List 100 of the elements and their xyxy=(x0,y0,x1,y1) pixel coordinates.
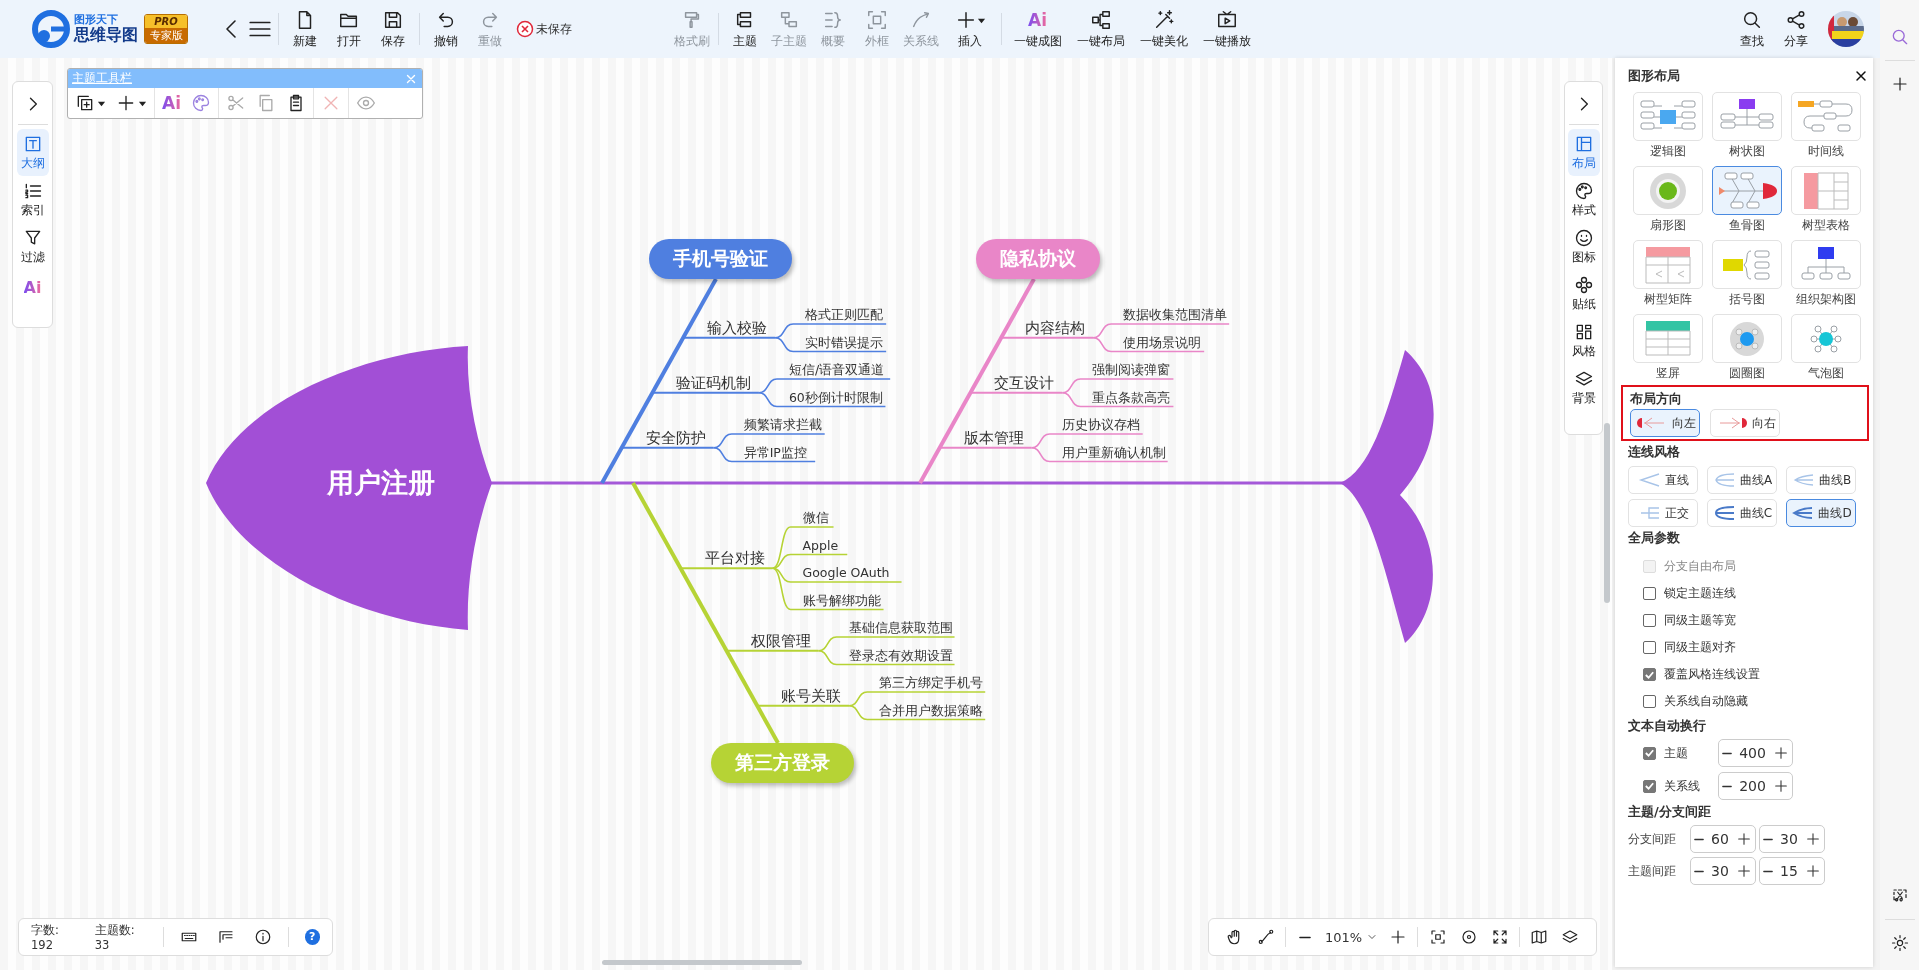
layout-option[interactable]: 树型矩阵 xyxy=(1633,240,1703,309)
line-style-option[interactable]: 正交 xyxy=(1628,499,1698,527)
subtopic[interactable]: 安全防护 xyxy=(645,429,706,446)
save-button[interactable]: 保存 xyxy=(371,5,415,53)
subtopic[interactable]: 验证码机制 xyxy=(676,374,752,391)
panel-tab[interactable]: 布局 xyxy=(1567,129,1600,176)
layout-option[interactable]: 鱼骨图 xyxy=(1712,166,1782,235)
leaf-topic[interactable]: 实时错误提示 xyxy=(805,334,884,350)
subtopic[interactable]: 交互设计 xyxy=(994,374,1055,391)
leaf-topic[interactable]: 短信/语音双通道 xyxy=(788,362,885,377)
branch-topic[interactable]: 手机号验证 xyxy=(648,239,792,279)
leaf-topic[interactable]: 异常IP监控 xyxy=(743,444,807,460)
zoom-level-dropdown[interactable]: 101% xyxy=(1324,929,1379,945)
layout-option[interactable]: 时间线 xyxy=(1791,92,1861,161)
layout-option[interactable]: 扇形图 xyxy=(1633,166,1703,235)
scrollbar[interactable] xyxy=(1604,423,1610,603)
leaf-topic[interactable]: 60秒倒计时限制 xyxy=(788,389,883,405)
add-topic-icon xyxy=(75,93,95,113)
checkbox[interactable] xyxy=(1643,587,1656,600)
line-style-option[interactable]: 曲线D xyxy=(1786,499,1856,527)
minus-icon xyxy=(1763,837,1774,841)
panel-tab[interactable]: 图标 xyxy=(1567,223,1600,270)
number-stepper[interactable]: 30 xyxy=(1759,825,1825,853)
minus-icon xyxy=(1722,784,1733,788)
leaf-topic[interactable]: 第三方绑定手机号 xyxy=(879,675,984,690)
number-stepper[interactable]: 30 xyxy=(1690,857,1756,885)
leaf-topic[interactable]: 频繁请求拦截 xyxy=(743,417,822,432)
scrollbar[interactable] xyxy=(602,960,802,965)
plus-icon xyxy=(1735,831,1752,847)
ai-button[interactable]: Ai 一键成图 xyxy=(1006,5,1069,53)
search-button[interactable]: 查找 xyxy=(1730,5,1774,53)
subtopic[interactable]: 平台对接 xyxy=(704,550,765,567)
leaf-topic[interactable]: 基础信息获取范围 xyxy=(848,620,953,635)
number-stepper[interactable]: 15 xyxy=(1759,857,1825,885)
leaf-topic[interactable]: 使用场景说明 xyxy=(1123,334,1202,350)
layout-option[interactable]: 树状图 xyxy=(1712,92,1782,161)
layout-option[interactable]: 括号图 xyxy=(1712,240,1782,309)
checkbox[interactable] xyxy=(1643,746,1656,760)
open-button[interactable]: 打开 xyxy=(327,5,371,53)
line-style-option[interactable]: 曲线B xyxy=(1786,466,1856,494)
line-style-option[interactable]: 直线 xyxy=(1628,466,1698,494)
save-icon xyxy=(382,9,404,31)
line-style-option[interactable]: 曲线A xyxy=(1707,466,1777,494)
subtopic[interactable]: 权限管理 xyxy=(750,632,811,649)
line-style-option[interactable]: 曲线C xyxy=(1707,499,1777,527)
subtopic[interactable]: 输入校验 xyxy=(707,319,768,336)
sidebar-tab[interactable]: 大纲 xyxy=(16,129,49,176)
leaf-topic[interactable]: 账号解绑功能 xyxy=(802,592,881,608)
layout-option[interactable]: 组织架构图 xyxy=(1791,240,1861,309)
leaf-topic[interactable]: Google OAuth xyxy=(802,565,890,580)
subtopic[interactable]: 版本管理 xyxy=(963,429,1024,446)
topic-button[interactable]: 主题 xyxy=(723,5,767,53)
panel-tab[interactable]: 背景 xyxy=(1567,364,1600,411)
insert-button[interactable]: 插入 xyxy=(943,5,997,53)
number-stepper[interactable]: 60 xyxy=(1690,825,1756,853)
minus-icon xyxy=(1722,751,1733,755)
layout-option[interactable]: 气泡图 xyxy=(1791,314,1861,383)
layout-option[interactable]: 逻辑图 xyxy=(1633,92,1703,161)
layout-option[interactable]: 圆圈图 xyxy=(1712,314,1782,383)
layout-option[interactable]: 竖屏 xyxy=(1633,314,1703,383)
panel-tab[interactable]: 风格 xyxy=(1567,317,1600,364)
share-button[interactable]: 分享 xyxy=(1774,5,1818,53)
undo-button[interactable]: 撤销 xyxy=(424,5,468,53)
leaf-topic[interactable]: 数据收集范围清单 xyxy=(1123,307,1228,322)
minus-icon xyxy=(1763,869,1774,873)
sidebar-tab[interactable]: 索引 xyxy=(16,176,49,223)
sidebar-tab[interactable]: 过滤 xyxy=(16,223,49,270)
direction-option[interactable]: 向右 xyxy=(1710,409,1780,437)
root-topic[interactable]: 用户注册 xyxy=(316,464,446,502)
leaf-topic[interactable]: 用户重新确认机制 xyxy=(1061,444,1166,460)
panel-tab[interactable]: 样式 xyxy=(1567,176,1600,223)
layout-option[interactable]: 树型表格 xyxy=(1791,166,1861,235)
new-button[interactable]: 新建 xyxy=(283,5,327,53)
autolayout-button[interactable]: 一键布局 xyxy=(1069,5,1132,53)
panel-tab[interactable]: 贴纸 xyxy=(1567,270,1600,317)
play-button[interactable]: 一键播放 xyxy=(1195,5,1258,53)
checkbox[interactable] xyxy=(1643,614,1656,627)
leaf-topic[interactable]: Apple xyxy=(802,537,839,553)
subtopic[interactable]: 账号关联 xyxy=(781,687,842,704)
number-stepper[interactable]: 200 xyxy=(1718,772,1793,800)
checkbox[interactable] xyxy=(1643,695,1656,708)
leaf-topic[interactable]: 格式正则匹配 xyxy=(805,307,884,322)
checkbox[interactable] xyxy=(1643,779,1656,793)
checkbox[interactable] xyxy=(1643,641,1656,654)
leaf-topic[interactable]: 重点条款高亮 xyxy=(1092,389,1171,405)
leaf-topic[interactable]: 历史协议存档 xyxy=(1061,417,1140,432)
number-stepper[interactable]: 400 xyxy=(1718,739,1793,767)
direction-option[interactable]: 向左 xyxy=(1630,409,1700,437)
magic-button[interactable]: 一键美化 xyxy=(1132,5,1195,53)
checkbox[interactable] xyxy=(1643,668,1656,681)
leaf-topic[interactable]: 登录态有效期设置 xyxy=(848,647,953,663)
leaf-topic[interactable]: 强制阅读弹窗 xyxy=(1092,362,1171,377)
fit-screen-icon xyxy=(1428,928,1447,946)
flower-icon xyxy=(1573,275,1594,295)
close-button[interactable] xyxy=(1853,68,1869,84)
minus-icon xyxy=(1694,869,1705,873)
subtopic[interactable]: 内容结构 xyxy=(1025,319,1086,336)
leaf-topic[interactable]: 合并用户数据策略 xyxy=(879,702,984,718)
leaf-topic[interactable]: 微信 xyxy=(802,510,829,525)
help-button[interactable]: ? xyxy=(304,929,320,945)
